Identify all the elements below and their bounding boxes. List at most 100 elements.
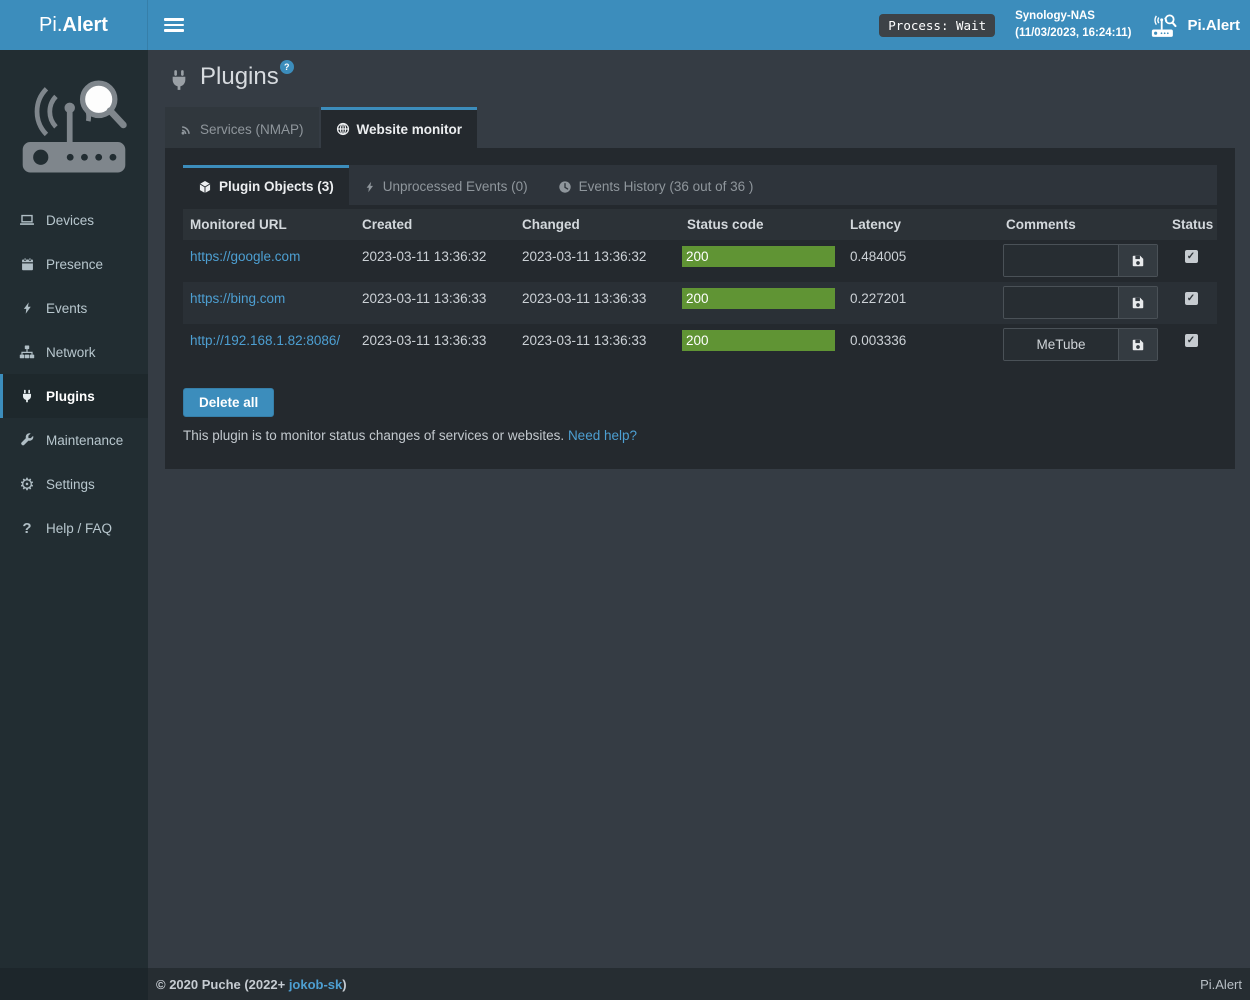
comment-input[interactable]: [1004, 245, 1118, 276]
website-monitor-panel: Plugin Objects (3) Unprocessed Events (0…: [165, 148, 1235, 469]
status-code-bar: 200: [682, 246, 835, 267]
brand-suffix: Alert: [62, 14, 108, 37]
changed-cell: 2023-03-11 13:36:33: [515, 324, 680, 348]
sidebar-item-settings[interactable]: ⚙ Settings: [0, 462, 148, 506]
app-ident[interactable]: Pi.Alert: [1151, 13, 1240, 38]
comment-input[interactable]: [1004, 329, 1118, 360]
delete-all-button[interactable]: Delete all: [183, 388, 274, 417]
need-help-link[interactable]: Need help?: [568, 428, 637, 443]
col-header-changed: Changed: [515, 217, 680, 232]
gear-icon: ⚙: [17, 476, 37, 493]
copyright-text: © 2020 Puche (2022+ jokob-sk): [156, 977, 347, 992]
monitored-url-link[interactable]: http://192.168.1.82:8086/: [190, 333, 340, 348]
host-name: Synology-NAS: [1015, 8, 1131, 25]
sidebar-item-help-faq[interactable]: ? Help / FAQ: [0, 506, 148, 550]
sidebar-item-label: Events: [46, 301, 87, 316]
status-checkbox[interactable]: ✓: [1185, 334, 1198, 347]
host-info: Synology-NAS (11/03/2023, 16:24:11): [1015, 8, 1131, 41]
footer-sidebar-strip: [0, 968, 148, 1000]
brand-prefix: Pi.: [39, 14, 62, 37]
col-header-status-code: Status code: [680, 217, 843, 232]
footer-app-name: Pi.Alert: [1200, 977, 1242, 992]
changed-cell: 2023-03-11 13:36:32: [515, 240, 680, 264]
calendar-icon: [17, 256, 37, 272]
signal-icon: [180, 123, 193, 136]
table-header-row: Monitored URL Created Changed Status cod…: [183, 209, 1217, 240]
tab-label: Events History (36 out of 36 ): [579, 179, 754, 194]
bolt-icon: [17, 300, 37, 316]
plug-icon: [17, 388, 37, 404]
sidebar-item-events[interactable]: Events: [0, 286, 148, 330]
col-header-latency: Latency: [843, 217, 999, 232]
brand-logo[interactable]: Pi.Alert: [0, 0, 148, 50]
changed-cell: 2023-03-11 13:36:33: [515, 282, 680, 306]
monitored-url-link[interactable]: https://google.com: [190, 249, 300, 264]
created-cell: 2023-03-11 13:36:32: [355, 240, 515, 264]
tab-services-nmap[interactable]: Services (NMAP): [165, 107, 319, 148]
tab-website-monitor[interactable]: Website monitor: [321, 107, 478, 148]
clock-icon: [558, 180, 572, 194]
save-comment-button[interactable]: [1118, 329, 1157, 360]
topbar: Pi.Alert Process: Wait Synology-NAS (11/…: [0, 0, 1250, 50]
sidebar-item-maintenance[interactable]: Maintenance: [0, 418, 148, 462]
sidebar-item-label: Maintenance: [46, 433, 123, 448]
host-time: (11/03/2023, 16:24:11): [1015, 25, 1131, 42]
hamburger-menu-icon[interactable]: [164, 18, 184, 32]
status-code-bar: 200: [682, 288, 835, 309]
floppy-save-icon: [1131, 254, 1145, 268]
plugin-description: This plugin is to monitor status changes…: [183, 428, 1217, 443]
tab-label: Unprocessed Events (0): [383, 179, 528, 194]
floppy-save-icon: [1131, 296, 1145, 310]
latency-cell: 0.484005: [843, 240, 999, 264]
col-header-monitored-url: Monitored URL: [183, 217, 355, 232]
latency-cell: 0.227201: [843, 282, 999, 306]
question-icon: ?: [17, 521, 37, 536]
save-comment-button[interactable]: [1118, 287, 1157, 318]
sidebar-item-label: Plugins: [46, 389, 95, 404]
col-header-comments: Comments: [999, 217, 1165, 232]
tab-plugin-objects[interactable]: Plugin Objects (3): [183, 165, 349, 205]
status-checkbox[interactable]: ✓: [1185, 250, 1198, 263]
process-status-badge: Process: Wait: [879, 14, 995, 37]
sidebar-item-label: Presence: [46, 257, 103, 272]
router-scan-icon: [1151, 13, 1179, 38]
bolt-icon: [364, 180, 376, 194]
status-code-bar: 200: [682, 330, 835, 351]
sidebar-item-label: Help / FAQ: [46, 521, 112, 536]
content-area: Plugins? Services (NMAP) Website monitor: [148, 50, 1250, 968]
page-title: Plugins?: [200, 64, 294, 90]
sidebar-item-network[interactable]: Network: [0, 330, 148, 374]
tab-label: Services (NMAP): [200, 122, 304, 137]
laptop-icon: [17, 212, 37, 228]
status-checkbox[interactable]: ✓: [1185, 292, 1198, 305]
sidebar-menu: Devices Presence Events Network: [0, 198, 148, 550]
monitored-url-link[interactable]: https://bing.com: [190, 291, 285, 306]
tab-unprocessed-events[interactable]: Unprocessed Events (0): [349, 165, 543, 205]
plugin-objects-table: Monitored URL Created Changed Status cod…: [183, 209, 1217, 366]
sidebar-item-label: Settings: [46, 477, 95, 492]
sidebar-item-label: Devices: [46, 213, 94, 228]
sidebar-item-devices[interactable]: Devices: [0, 198, 148, 242]
comment-input[interactable]: [1004, 287, 1118, 318]
sidebar-item-label: Network: [46, 345, 96, 360]
tab-label: Plugin Objects (3): [219, 179, 334, 194]
sidebar: Devices Presence Events Network: [0, 50, 148, 968]
created-cell: 2023-03-11 13:36:33: [355, 324, 515, 348]
table-row: https://bing.com 2023-03-11 13:36:33 202…: [183, 282, 1217, 324]
app-name: Pi.Alert: [1187, 17, 1240, 34]
sidebar-item-presence[interactable]: Presence: [0, 242, 148, 286]
globe-icon: [336, 122, 350, 136]
cube-icon: [198, 180, 212, 194]
help-badge[interactable]: ?: [280, 60, 294, 74]
created-cell: 2023-03-11 13:36:33: [355, 282, 515, 306]
table-row: http://192.168.1.82:8086/ 2023-03-11 13:…: [183, 324, 1217, 366]
save-comment-button[interactable]: [1118, 245, 1157, 276]
router-scan-logo-icon: [17, 71, 131, 177]
jokob-sk-link[interactable]: jokob-sk: [289, 977, 342, 992]
tab-events-history[interactable]: Events History (36 out of 36 ): [543, 165, 769, 205]
latency-cell: 0.003336: [843, 324, 999, 348]
sidebar-item-plugins[interactable]: Plugins: [0, 374, 148, 418]
wrench-icon: [17, 433, 37, 448]
col-header-status: Status: [1165, 217, 1217, 232]
sitemap-icon: [17, 344, 37, 360]
